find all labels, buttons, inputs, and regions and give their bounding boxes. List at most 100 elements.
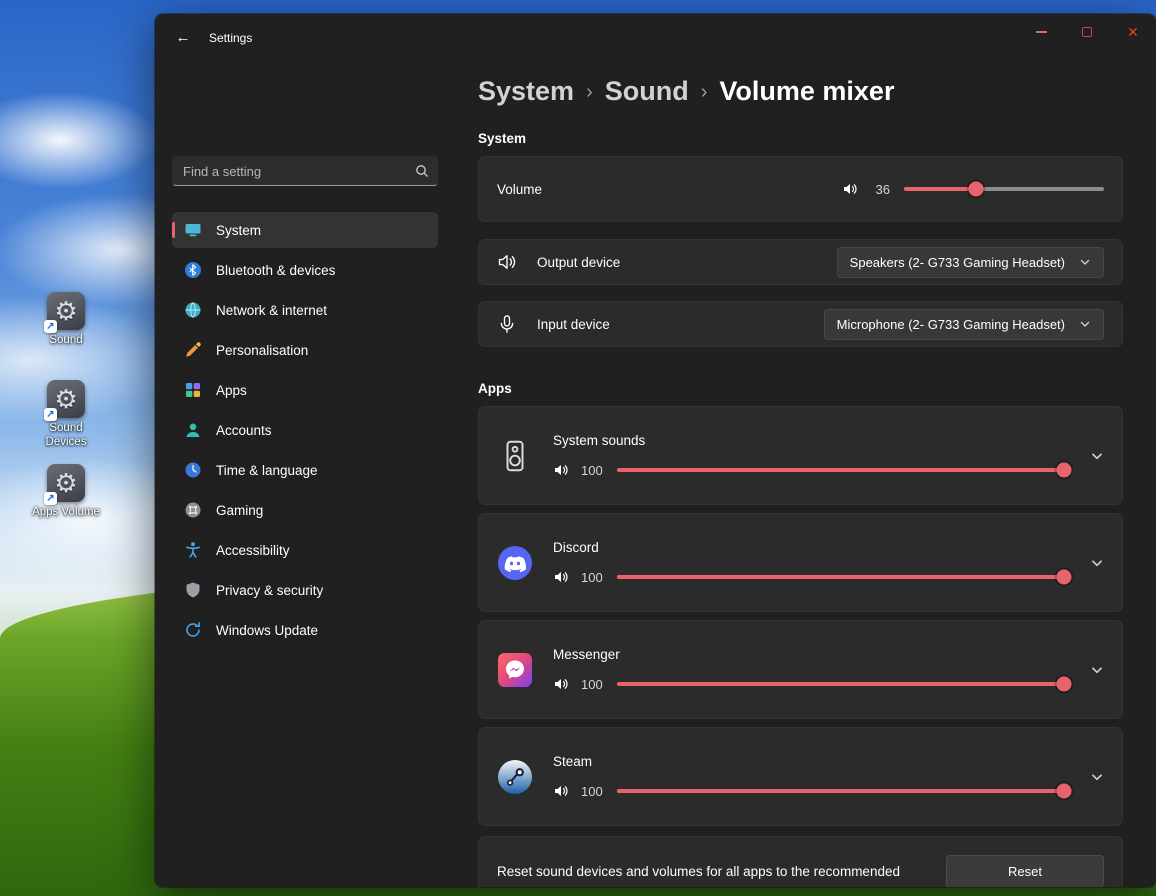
network-icon bbox=[184, 301, 202, 319]
system-sounds-icon bbox=[497, 438, 533, 474]
app-volume-value: 100 bbox=[581, 783, 603, 799]
app-volume-card-discord: Discord 100 bbox=[478, 513, 1123, 612]
app-volume-slider[interactable] bbox=[617, 569, 1072, 585]
update-icon bbox=[184, 621, 202, 639]
app-name: System sounds bbox=[553, 433, 646, 448]
search-input[interactable] bbox=[172, 156, 438, 186]
speaker-icon bbox=[553, 676, 569, 692]
input-device-card: Input device Microphone (2- G733 Gaming … bbox=[478, 301, 1123, 347]
app-volume-list: System sounds 100 Discord 100 Messenger … bbox=[478, 406, 1123, 826]
gear-icon: ⚙ bbox=[54, 296, 78, 326]
app-volume-card-system-sounds: System sounds 100 bbox=[478, 406, 1123, 505]
app-volume-value: 100 bbox=[581, 569, 603, 585]
sidebar-item-personalisation[interactable]: Personalisation bbox=[172, 332, 438, 368]
slider-fill bbox=[617, 789, 1064, 793]
breadcrumb: System › Sound › Volume mixer bbox=[478, 76, 1123, 107]
desktop-icon-apps-volume[interactable]: ⚙ ↗ Apps Volume bbox=[24, 464, 108, 519]
chevron-down-icon bbox=[1079, 318, 1091, 330]
slider-fill bbox=[617, 682, 1064, 686]
system-volume-slider[interactable] bbox=[904, 181, 1104, 197]
slider-thumb[interactable] bbox=[1056, 676, 1072, 692]
app-volume-value: 100 bbox=[581, 462, 603, 478]
sidebar-item-bluetooth[interactable]: Bluetooth & devices bbox=[172, 252, 438, 288]
app-volume-value: 100 bbox=[581, 676, 603, 692]
desktop-icon-sound-devices[interactable]: ⚙ ↗ Sound Devices bbox=[24, 380, 108, 450]
time-icon bbox=[184, 461, 202, 479]
search-box bbox=[172, 156, 438, 186]
apps-icon bbox=[184, 381, 202, 399]
speaker-icon bbox=[553, 783, 569, 799]
desktop-icon-label: Sound bbox=[49, 334, 83, 346]
discord-icon bbox=[497, 545, 533, 581]
sidebar-nav: System Bluetooth & devices Network & int… bbox=[172, 212, 438, 648]
sidebar-item-time[interactable]: Time & language bbox=[172, 452, 438, 488]
back-button[interactable]: ← bbox=[165, 20, 201, 54]
speaker-icon bbox=[553, 569, 569, 585]
input-device-label: Input device bbox=[537, 316, 610, 332]
slider-thumb[interactable] bbox=[1056, 783, 1072, 799]
privacy-icon bbox=[184, 581, 202, 599]
chevron-down-icon[interactable] bbox=[1090, 663, 1104, 677]
desktop-icon-label: Apps Volume bbox=[32, 506, 100, 518]
microphone-icon bbox=[497, 314, 517, 334]
shortcut-arrow-icon: ↗ bbox=[44, 320, 57, 333]
slider-fill bbox=[904, 187, 976, 191]
minimize-icon bbox=[1035, 31, 1047, 33]
page-title: Volume mixer bbox=[719, 76, 895, 106]
steam-icon bbox=[497, 759, 533, 795]
app-name: Steam bbox=[553, 754, 593, 769]
accounts-icon bbox=[184, 421, 202, 439]
app-volume-slider[interactable] bbox=[617, 676, 1072, 692]
selection-accent-bar bbox=[172, 222, 175, 238]
slider-thumb[interactable] bbox=[1056, 462, 1072, 478]
sound-devices-shortcut-icon: ⚙ ↗ bbox=[44, 380, 85, 421]
breadcrumb-system[interactable]: System bbox=[478, 76, 574, 107]
gaming-icon bbox=[184, 501, 202, 519]
output-device-value: Speakers (2- G733 Gaming Headset) bbox=[849, 254, 1065, 270]
sidebar-item-accounts[interactable]: Accounts bbox=[172, 412, 438, 448]
personalisation-icon bbox=[184, 341, 202, 359]
app-name: Discord bbox=[553, 540, 599, 555]
chevron-down-icon[interactable] bbox=[1090, 770, 1104, 784]
output-device-label: Output device bbox=[537, 254, 621, 270]
sidebar-item-update[interactable]: Windows Update bbox=[172, 612, 438, 648]
titlebar: ← Settings ✕ bbox=[155, 14, 1156, 62]
sidebar-item-gaming[interactable]: Gaming bbox=[172, 492, 438, 528]
output-device-dropdown[interactable]: Speakers (2- G733 Gaming Headset) bbox=[836, 246, 1104, 278]
slider-fill bbox=[617, 575, 1064, 579]
input-device-value: Microphone (2- G733 Gaming Headset) bbox=[836, 316, 1065, 332]
input-device-dropdown[interactable]: Microphone (2- G733 Gaming Headset) bbox=[823, 308, 1104, 340]
app-volume-card-messenger: Messenger 100 bbox=[478, 620, 1123, 719]
settings-window: ← Settings ✕ System Bluetooth & devices … bbox=[155, 14, 1156, 887]
slider-thumb[interactable] bbox=[1056, 569, 1072, 585]
sidebar-item-network[interactable]: Network & internet bbox=[172, 292, 438, 328]
maximize-button[interactable] bbox=[1064, 14, 1110, 50]
chevron-right-icon: › bbox=[586, 81, 593, 103]
reset-description: Reset sound devices and volumes for all … bbox=[497, 863, 900, 879]
sound-shortcut-icon: ⚙ ↗ bbox=[44, 292, 85, 333]
minimize-button[interactable] bbox=[1018, 14, 1064, 50]
app-volume-slider[interactable] bbox=[617, 783, 1072, 799]
gear-icon: ⚙ bbox=[54, 468, 78, 498]
sidebar: System Bluetooth & devices Network & int… bbox=[155, 62, 455, 887]
slider-thumb[interactable] bbox=[968, 181, 984, 197]
sidebar-item-privacy[interactable]: Privacy & security bbox=[172, 572, 438, 608]
app-volume-slider[interactable] bbox=[617, 462, 1072, 478]
chevron-down-icon[interactable] bbox=[1090, 449, 1104, 463]
window-title: Settings bbox=[209, 31, 253, 45]
sidebar-item-accessibility[interactable]: Accessibility bbox=[172, 532, 438, 568]
desktop-icon-label: Sound Devices bbox=[45, 422, 87, 449]
chevron-down-icon[interactable] bbox=[1090, 556, 1104, 570]
main-content: System › Sound › Volume mixer System Vol… bbox=[455, 62, 1156, 887]
desktop-icon-sound[interactable]: ⚙ ↗ Sound bbox=[24, 292, 108, 347]
system-icon bbox=[184, 221, 202, 239]
search-icon bbox=[414, 163, 430, 179]
close-button[interactable]: ✕ bbox=[1110, 14, 1156, 50]
breadcrumb-sound[interactable]: Sound bbox=[605, 76, 689, 107]
apps-volume-shortcut-icon: ⚙ ↗ bbox=[44, 464, 85, 505]
reset-button[interactable]: Reset bbox=[946, 854, 1104, 887]
sidebar-item-system[interactable]: System bbox=[172, 212, 438, 248]
shortcut-arrow-icon: ↗ bbox=[44, 492, 57, 505]
close-icon: ✕ bbox=[1127, 24, 1139, 40]
sidebar-item-apps[interactable]: Apps bbox=[172, 372, 438, 408]
